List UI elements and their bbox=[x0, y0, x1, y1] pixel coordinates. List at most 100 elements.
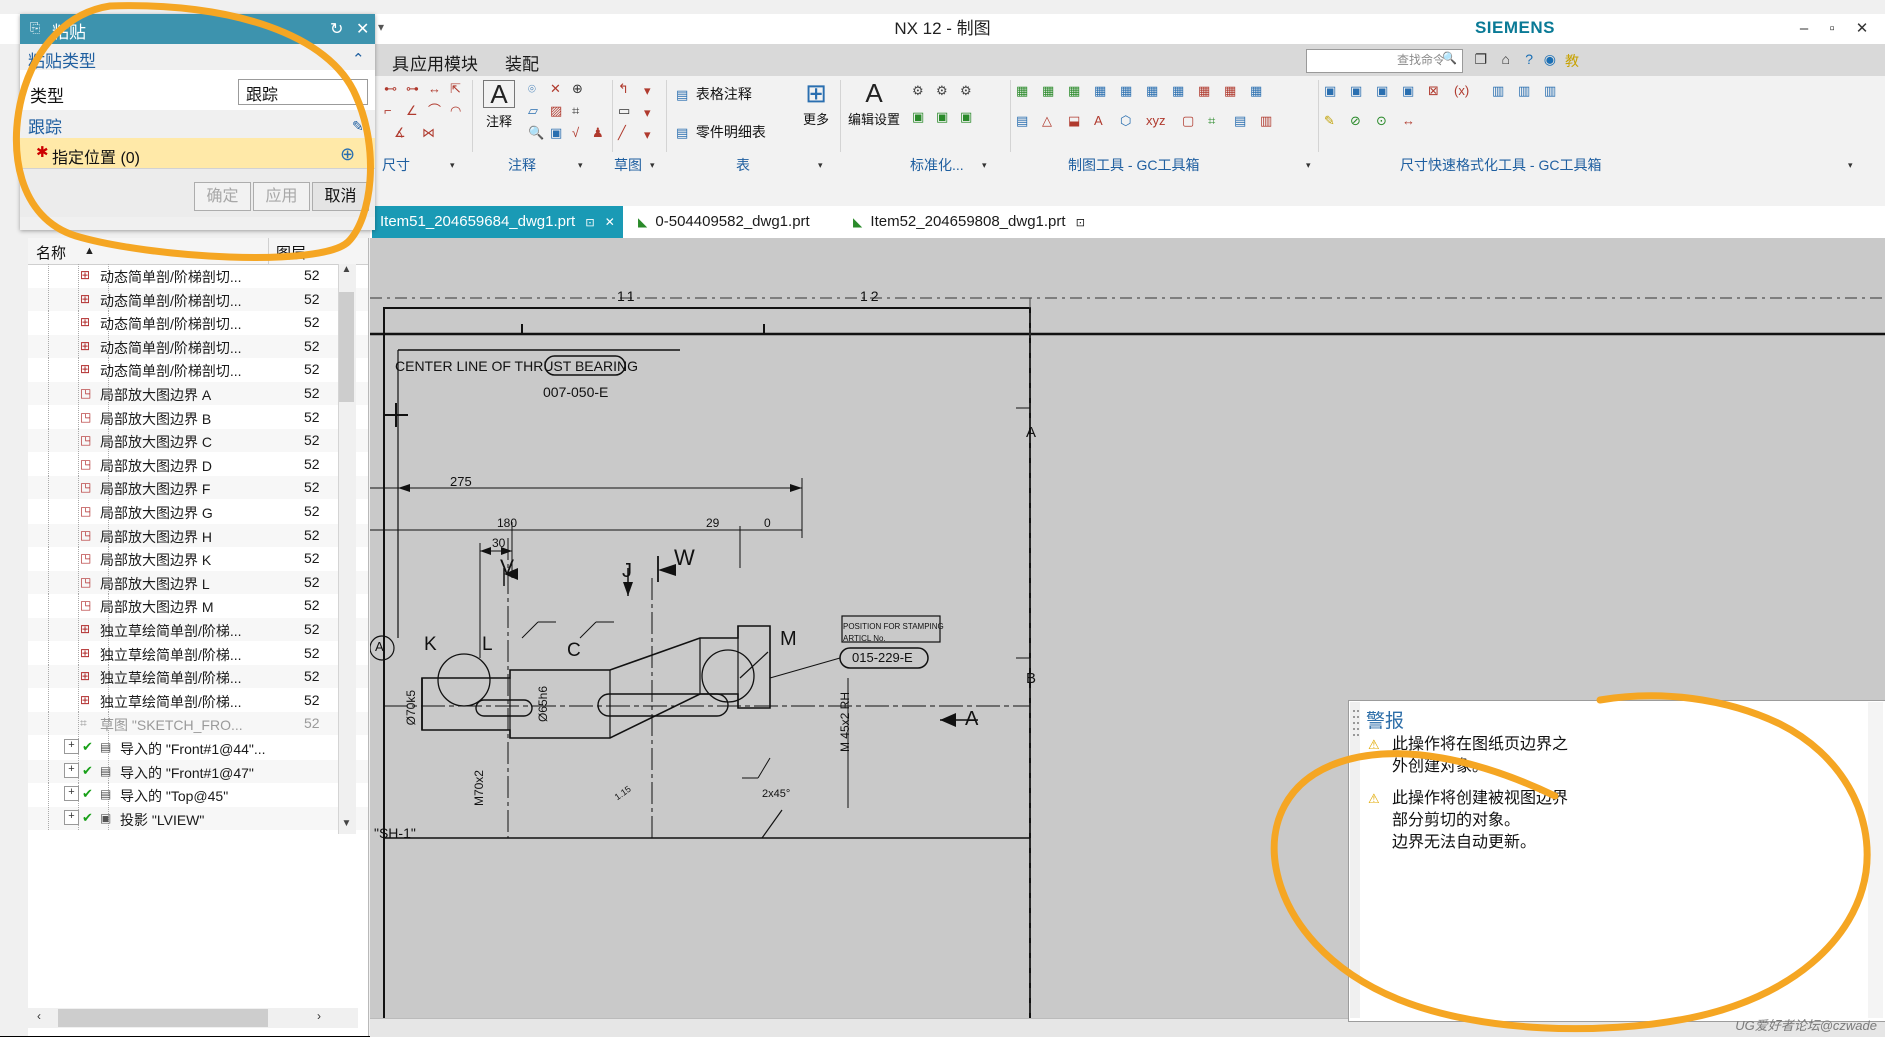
tree-row[interactable]: ⊞ 独立草绘简单剖/阶梯... 52 bbox=[28, 688, 368, 712]
chevron-down-icon[interactable]: ▾ bbox=[578, 160, 583, 171]
ribbon-icon-cluster-gc-tools[interactable]: ▦ ▦ ▦ ▦ ▦ ▦ ▦ ▦ ▦ ▦ ▤ △ ⬓ A ⬡ xyz ▢ ⌗ ▤ ▥ bbox=[1016, 84, 1306, 146]
tree-row[interactable]: + ✔ ▤ 导入的 "Top@45" bbox=[28, 783, 368, 807]
sub-toolbar-icons[interactable]: ▾ ▣▾ ▭▱ ▦╱ ╱↳ ⌐⊙ ⊚+ ╱ ▤▤ ▤▾ bbox=[378, 180, 908, 378]
ribbon-group-dim-quick-format-gc[interactable]: 尺寸快速格式化工具 - GC工具箱 bbox=[1400, 155, 1601, 175]
sketch-icon: ⌗ bbox=[80, 716, 87, 731]
scroll-down-icon[interactable]: ▼ bbox=[338, 818, 355, 835]
point-target-icon[interactable]: ⊕ bbox=[340, 144, 355, 165]
search-icon[interactable]: 🔍 bbox=[1442, 51, 1457, 65]
apply-button[interactable]: 应用 bbox=[253, 182, 310, 211]
ribbon-group-table[interactable]: 表 bbox=[736, 155, 750, 175]
sort-ascending-icon[interactable]: ▲ bbox=[84, 245, 95, 257]
tree-row[interactable]: ⊞ 动态简单剖/阶梯剖切... 52 bbox=[28, 358, 368, 382]
close-dialog-icon[interactable]: ✕ bbox=[356, 19, 369, 39]
tree-row[interactable]: ◳ 局部放大图边界 L 52 bbox=[28, 570, 368, 594]
tutorial-icon[interactable]: 教 bbox=[1565, 51, 1579, 71]
ribbon-icon-cluster-sketch[interactable]: ↰ ▾ ▭ ▾ ╱ ▾ bbox=[618, 82, 666, 148]
tree-horizontal-scroll-thumb[interactable] bbox=[58, 1009, 268, 1027]
tree-row[interactable]: ◳ 局部放大图边界 H 52 bbox=[28, 523, 368, 547]
ribbon-icon-cluster-annotation[interactable]: ⌾ ✕ ⊕ ▱ ▨ ⌗ 🔍 ▣ √ ♟ bbox=[528, 82, 614, 148]
chevron-down-icon[interactable]: ▾ bbox=[450, 160, 455, 171]
parts-list-button[interactable]: ▤ 零件明细表 bbox=[676, 122, 766, 142]
chevron-down-icon[interactable]: ▾ bbox=[1306, 160, 1311, 171]
edit-settings-button[interactable]: A 编辑设置 bbox=[846, 80, 902, 128]
visibility-check-icon[interactable]: ✔ bbox=[82, 739, 93, 755]
chevron-up-icon[interactable]: ⌃ bbox=[352, 50, 365, 68]
menu-item-application[interactable]: 应用模块 bbox=[410, 50, 478, 75]
visibility-check-icon[interactable]: ✔ bbox=[82, 810, 93, 826]
ribbon-group-annotation[interactable]: 注释 bbox=[508, 155, 536, 175]
document-tab[interactable]: ◣ Item52_204659808_dwg1.prt ⊡ bbox=[845, 206, 1093, 238]
tree-row[interactable]: ◳ 局部放大图边界 B 52 bbox=[28, 405, 368, 429]
tree-row[interactable]: ⊞ 独立草绘简单剖/阶梯... 52 bbox=[28, 665, 368, 689]
chevron-down-icon[interactable]: ▾ bbox=[982, 160, 987, 171]
annotation-button[interactable]: A 注释 bbox=[478, 80, 520, 130]
ribbon-group-drafting-gc[interactable]: 制图工具 - GC工具箱 bbox=[1068, 155, 1199, 175]
tree-row[interactable]: ⊞ 动态简单剖/阶梯剖切... 52 bbox=[28, 264, 368, 287]
globe-icon[interactable]: ◉ bbox=[1544, 51, 1556, 68]
minimize-button[interactable]: – bbox=[1791, 18, 1817, 40]
home-icon[interactable]: ⌂ bbox=[1502, 51, 1510, 67]
window-icon[interactable]: ❐ bbox=[1474, 51, 1487, 68]
tree-row-layer: 52 bbox=[304, 503, 320, 519]
tree-row[interactable]: ⊞ 动态简单剖/阶梯剖切... 52 bbox=[28, 287, 368, 311]
table-note-button[interactable]: ▤ 表格注释 bbox=[676, 84, 752, 104]
chevron-down-icon[interactable]: ▾ bbox=[1848, 160, 1853, 171]
tree-row[interactable]: ⌗ 草图 "SKETCH_FRO... 52 bbox=[28, 712, 368, 736]
close-window-button[interactable]: ✕ bbox=[1849, 18, 1875, 40]
tree-row[interactable]: + ✔ ▤ 导入的 "Front#1@47" bbox=[28, 759, 368, 783]
visibility-check-icon[interactable]: ✔ bbox=[82, 763, 93, 779]
scroll-right-icon[interactable]: › bbox=[310, 1009, 328, 1027]
maximize-button[interactable]: ▫ bbox=[1819, 18, 1845, 40]
trace-section-header[interactable] bbox=[20, 110, 375, 139]
ribbon-group-standardize[interactable]: 标准化... bbox=[910, 155, 964, 175]
cancel-button[interactable]: 取消 bbox=[312, 182, 369, 211]
reset-icon[interactable]: ↻ bbox=[330, 19, 343, 39]
tree-column-name[interactable]: 名称 bbox=[36, 242, 66, 263]
tree-row[interactable]: ◳ 局部放大图边界 F 52 bbox=[28, 476, 368, 500]
scroll-left-icon[interactable]: ‹ bbox=[30, 1009, 48, 1027]
ribbon-icon-cluster-standardize[interactable]: ⚙ ⚙ ⚙ ▣ ▣ ▣ bbox=[912, 84, 1002, 144]
tree-row[interactable]: ⊞ 独立草绘简单剖/阶梯... 52 bbox=[28, 618, 368, 641]
scroll-up-icon[interactable]: ▲ bbox=[338, 264, 355, 281]
ribbon-group-dimension[interactable]: 尺寸 bbox=[382, 155, 410, 175]
tree-row[interactable]: ◳ 局部放大图边界 D 52 bbox=[28, 452, 368, 476]
quick-access-toolbar-arrow[interactable]: ▾ bbox=[378, 20, 384, 34]
tree-row-layer: 52 bbox=[304, 290, 320, 307]
tree-row[interactable]: ⊞ 动态简单剖/阶梯剖切... 52 bbox=[28, 311, 368, 335]
help-icon[interactable]: ? bbox=[1525, 51, 1533, 67]
tree-expand-toggle[interactable]: + bbox=[64, 786, 79, 802]
tree-row[interactable]: ◳ 局部放大图边界 K 52 bbox=[28, 547, 368, 571]
ribbon-icon-cluster-dim-format[interactable]: ▣ ▣ ▣ ▣ ⊠ (x) ▥ ▥ ▥ ✎ ⊘ ⊙ ↔ bbox=[1324, 84, 1574, 146]
alert-vertical-scrollbar[interactable] bbox=[1868, 702, 1883, 1018]
tree-row[interactable]: ◳ 局部放大图边界 C 52 bbox=[28, 429, 368, 453]
chevron-down-icon[interactable]: ▾ bbox=[818, 160, 823, 171]
ok-button[interactable]: 确定 bbox=[194, 182, 251, 211]
tree-row[interactable]: ◳ 局部放大图边界 A 52 bbox=[28, 382, 368, 405]
tree-expand-toggle[interactable]: + bbox=[64, 762, 79, 778]
tree-expand-toggle[interactable]: + bbox=[64, 739, 79, 754]
column-divider bbox=[268, 238, 269, 264]
tree-row[interactable]: + ✔ ▤ 导入的 "Front#1@44"... bbox=[28, 736, 368, 759]
tree-row[interactable]: ◳ 局部放大图边界 G 52 bbox=[28, 500, 368, 523]
document-tab-active[interactable]: Item51_204659684_dwg1.prt ⊡ ✕ bbox=[372, 206, 623, 238]
document-tab[interactable]: ◣ 0-504409582_dwg1.prt bbox=[630, 206, 818, 238]
menu-item-tools[interactable]: 具 bbox=[392, 50, 409, 75]
drawing-file-icon: ◣ bbox=[638, 215, 648, 229]
tree-row[interactable]: ⊞ 动态简单剖/阶梯剖切... 52 bbox=[28, 334, 368, 358]
close-tab-icon[interactable]: ✕ bbox=[605, 215, 615, 229]
tree-vertical-scroll-thumb[interactable] bbox=[339, 292, 354, 402]
pencil-icon[interactable]: ✎ bbox=[352, 118, 364, 135]
visibility-check-icon[interactable]: ✔ bbox=[82, 786, 93, 802]
menu-item-assembly[interactable]: 装配 bbox=[505, 50, 539, 75]
ribbon-icon-cluster-dimension[interactable]: ⊷ ⊶ ↔ ⇱ ⌐ ∠ ⌒ ◠ ∡ ⋈ bbox=[382, 82, 472, 148]
ribbon-group-sketch[interactable]: 草图 bbox=[614, 155, 642, 175]
tree-row[interactable]: ⊞ 独立草绘简单剖/阶梯... 52 bbox=[28, 641, 368, 665]
more-button[interactable]: ⊞ 更多 bbox=[796, 80, 836, 128]
tree-row[interactable]: + ✔ ▣ 投影 "LVIEW" bbox=[28, 806, 368, 830]
chevron-down-icon[interactable]: ▾ bbox=[650, 160, 655, 171]
tree-row[interactable]: ◳ 局部放大图边界 M 52 bbox=[28, 594, 368, 618]
tree-expand-toggle[interactable]: + bbox=[64, 809, 79, 825]
tree-column-layer[interactable]: 图层 bbox=[276, 242, 306, 263]
alert-panel-grip[interactable] bbox=[1350, 702, 1360, 1018]
